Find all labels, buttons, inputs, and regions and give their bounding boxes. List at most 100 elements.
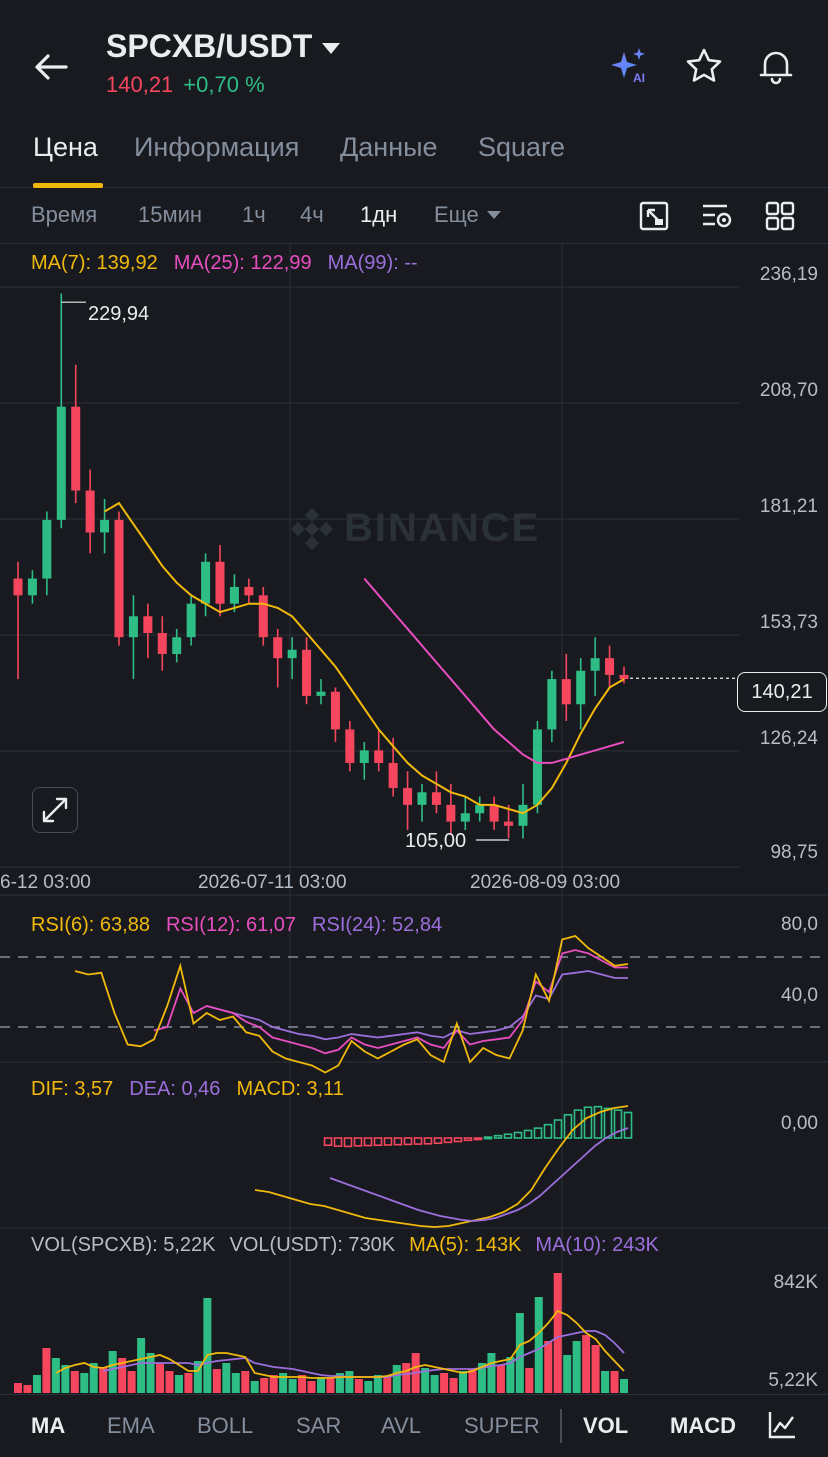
interval-time[interactable]: Время xyxy=(31,202,97,228)
volume-bar xyxy=(146,1353,155,1393)
favorite-star-icon[interactable] xyxy=(682,44,726,88)
candle-body xyxy=(287,649,297,659)
interval-bar: Время 15мин 1ч 4ч 1дн Еще xyxy=(0,190,828,244)
volume-bar xyxy=(449,1378,458,1393)
volume-bar xyxy=(525,1368,534,1393)
tab-data[interactable]: Данные xyxy=(340,132,438,163)
header: SPCXB/USDT 140,21 +0,70 % AI xyxy=(0,0,828,112)
rsi-legend[interactable]: RSI(6): 63,88 RSI(12): 61,07 RSI(24): 52… xyxy=(31,914,442,937)
dea-value: DEA: 0,46 xyxy=(129,1078,221,1100)
candle-body xyxy=(172,637,182,654)
indicator-bar: MA EMA BOLL SAR AVL SUPER VOL MACD xyxy=(0,1394,828,1457)
price-change: +0,70 % xyxy=(183,72,265,97)
ai-sparkle-icon[interactable]: AI xyxy=(608,44,652,88)
volume-bar xyxy=(430,1375,439,1393)
interval-15m[interactable]: 15мин xyxy=(138,202,202,228)
vol-legend[interactable]: VOL(SPCXB): 5,22K VOL(USDT): 730K MA(5):… xyxy=(31,1234,659,1257)
indicator-settings-icon[interactable] xyxy=(699,198,735,234)
rsi12-value: RSI(12): 61,07 xyxy=(165,914,297,936)
back-arrow-icon[interactable] xyxy=(28,44,74,90)
indicator-ma[interactable]: MA xyxy=(31,1413,65,1439)
rsi6-value: RSI(6): 63,88 xyxy=(31,914,150,936)
binance-watermark: BINANCE xyxy=(290,506,540,551)
layout-grid-icon[interactable] xyxy=(762,198,798,234)
macd-value: MACD: 3,11 xyxy=(236,1078,344,1100)
macd-histogram-bar xyxy=(623,1111,633,1139)
interval-more[interactable]: Еще xyxy=(434,202,501,228)
candle-body xyxy=(359,750,369,763)
candle-body xyxy=(460,813,470,822)
vol-ma10-value: MA(10): 243K xyxy=(535,1234,659,1256)
macd-histogram-bar xyxy=(363,1137,373,1147)
macd-histogram-bar xyxy=(323,1137,333,1147)
svg-text:AI: AI xyxy=(633,71,645,85)
dif-value: DIF: 3,57 xyxy=(31,1078,114,1100)
volume-bar xyxy=(260,1378,269,1393)
macd-histogram-bar xyxy=(383,1137,393,1146)
candle-body xyxy=(576,670,586,705)
expand-chart-button[interactable] xyxy=(32,787,78,833)
volume-bar xyxy=(544,1341,553,1393)
last-price: 140,21 xyxy=(106,72,174,97)
ma25-line xyxy=(363,577,625,764)
rsi-axis-label: 40,0 xyxy=(781,985,818,1006)
volume-bar xyxy=(32,1375,41,1393)
ma-legend[interactable]: MA(7): 139,92 MA(25): 122,99 MA(99): -- xyxy=(31,252,418,275)
expand-arrows-icon xyxy=(42,797,68,823)
indicator-sar[interactable]: SAR xyxy=(296,1413,341,1439)
indicator-super[interactable]: SUPER xyxy=(464,1413,540,1439)
indicator-macd[interactable]: MACD xyxy=(670,1413,736,1439)
indicator-vol[interactable]: VOL xyxy=(583,1413,628,1439)
volume-bar xyxy=(563,1355,572,1393)
volume-bar xyxy=(326,1378,335,1393)
volume-bar xyxy=(383,1377,392,1393)
candle-body xyxy=(547,679,557,730)
binance-logo-icon xyxy=(290,507,334,550)
volume-bar xyxy=(534,1297,543,1393)
price-axis-label: 208,70 xyxy=(759,380,818,401)
candle-body xyxy=(143,616,153,634)
tab-price[interactable]: Цена xyxy=(33,132,98,163)
chart-canvas[interactable] xyxy=(0,244,828,1394)
bell-alert-icon[interactable] xyxy=(754,44,798,88)
candle-body xyxy=(403,788,413,805)
macd-histogram-bar xyxy=(393,1137,403,1146)
candle-body xyxy=(201,561,211,604)
candle-body xyxy=(489,804,499,822)
volume-bar xyxy=(80,1373,89,1393)
interval-1d[interactable]: 1дн xyxy=(360,202,397,228)
macd-histogram-bar xyxy=(603,1107,613,1139)
candle-body xyxy=(56,406,66,520)
volume-bar xyxy=(156,1363,165,1393)
volume-bar xyxy=(51,1358,60,1393)
tab-info[interactable]: Информация xyxy=(134,132,299,163)
macd-legend[interactable]: DIF: 3,57 DEA: 0,46 MACD: 3,11 xyxy=(31,1078,344,1101)
indicator-avl[interactable]: AVL xyxy=(381,1413,421,1439)
macd-histogram-bar xyxy=(533,1127,543,1139)
macd-histogram-bar xyxy=(403,1137,413,1146)
macd-histogram-bar xyxy=(513,1131,523,1139)
candle-body xyxy=(302,649,312,696)
candle-body xyxy=(85,490,95,533)
chart-settings-icon[interactable] xyxy=(764,1407,800,1443)
macd-histogram-bar xyxy=(333,1137,343,1147)
current-price-tag[interactable]: 140,21 xyxy=(737,672,827,712)
price-axis-label: 153,73 xyxy=(759,612,818,633)
volume-bar xyxy=(23,1385,32,1393)
macd-axis-label: 0,00 xyxy=(781,1113,818,1134)
candle-body xyxy=(388,762,398,789)
pair-selector[interactable]: SPCXB/USDT xyxy=(106,28,341,65)
candle-body xyxy=(590,658,600,671)
price-axis-label: 126,24 xyxy=(759,728,818,749)
tab-square[interactable]: Square xyxy=(478,132,565,163)
interval-1h[interactable]: 1ч xyxy=(242,202,266,228)
time-axis-label: 6-12 03:00 xyxy=(0,872,91,893)
fullscreen-chart-icon[interactable] xyxy=(636,198,672,234)
watermark-text: BINANCE xyxy=(344,506,541,550)
volume-bar xyxy=(165,1371,174,1393)
candle-body xyxy=(13,578,23,596)
indicator-boll[interactable]: BOLL xyxy=(197,1413,253,1439)
indicator-ema[interactable]: EMA xyxy=(107,1413,155,1439)
interval-4h[interactable]: 4ч xyxy=(300,202,324,228)
time-axis-label: 2026-08-09 03:00 xyxy=(470,872,621,893)
